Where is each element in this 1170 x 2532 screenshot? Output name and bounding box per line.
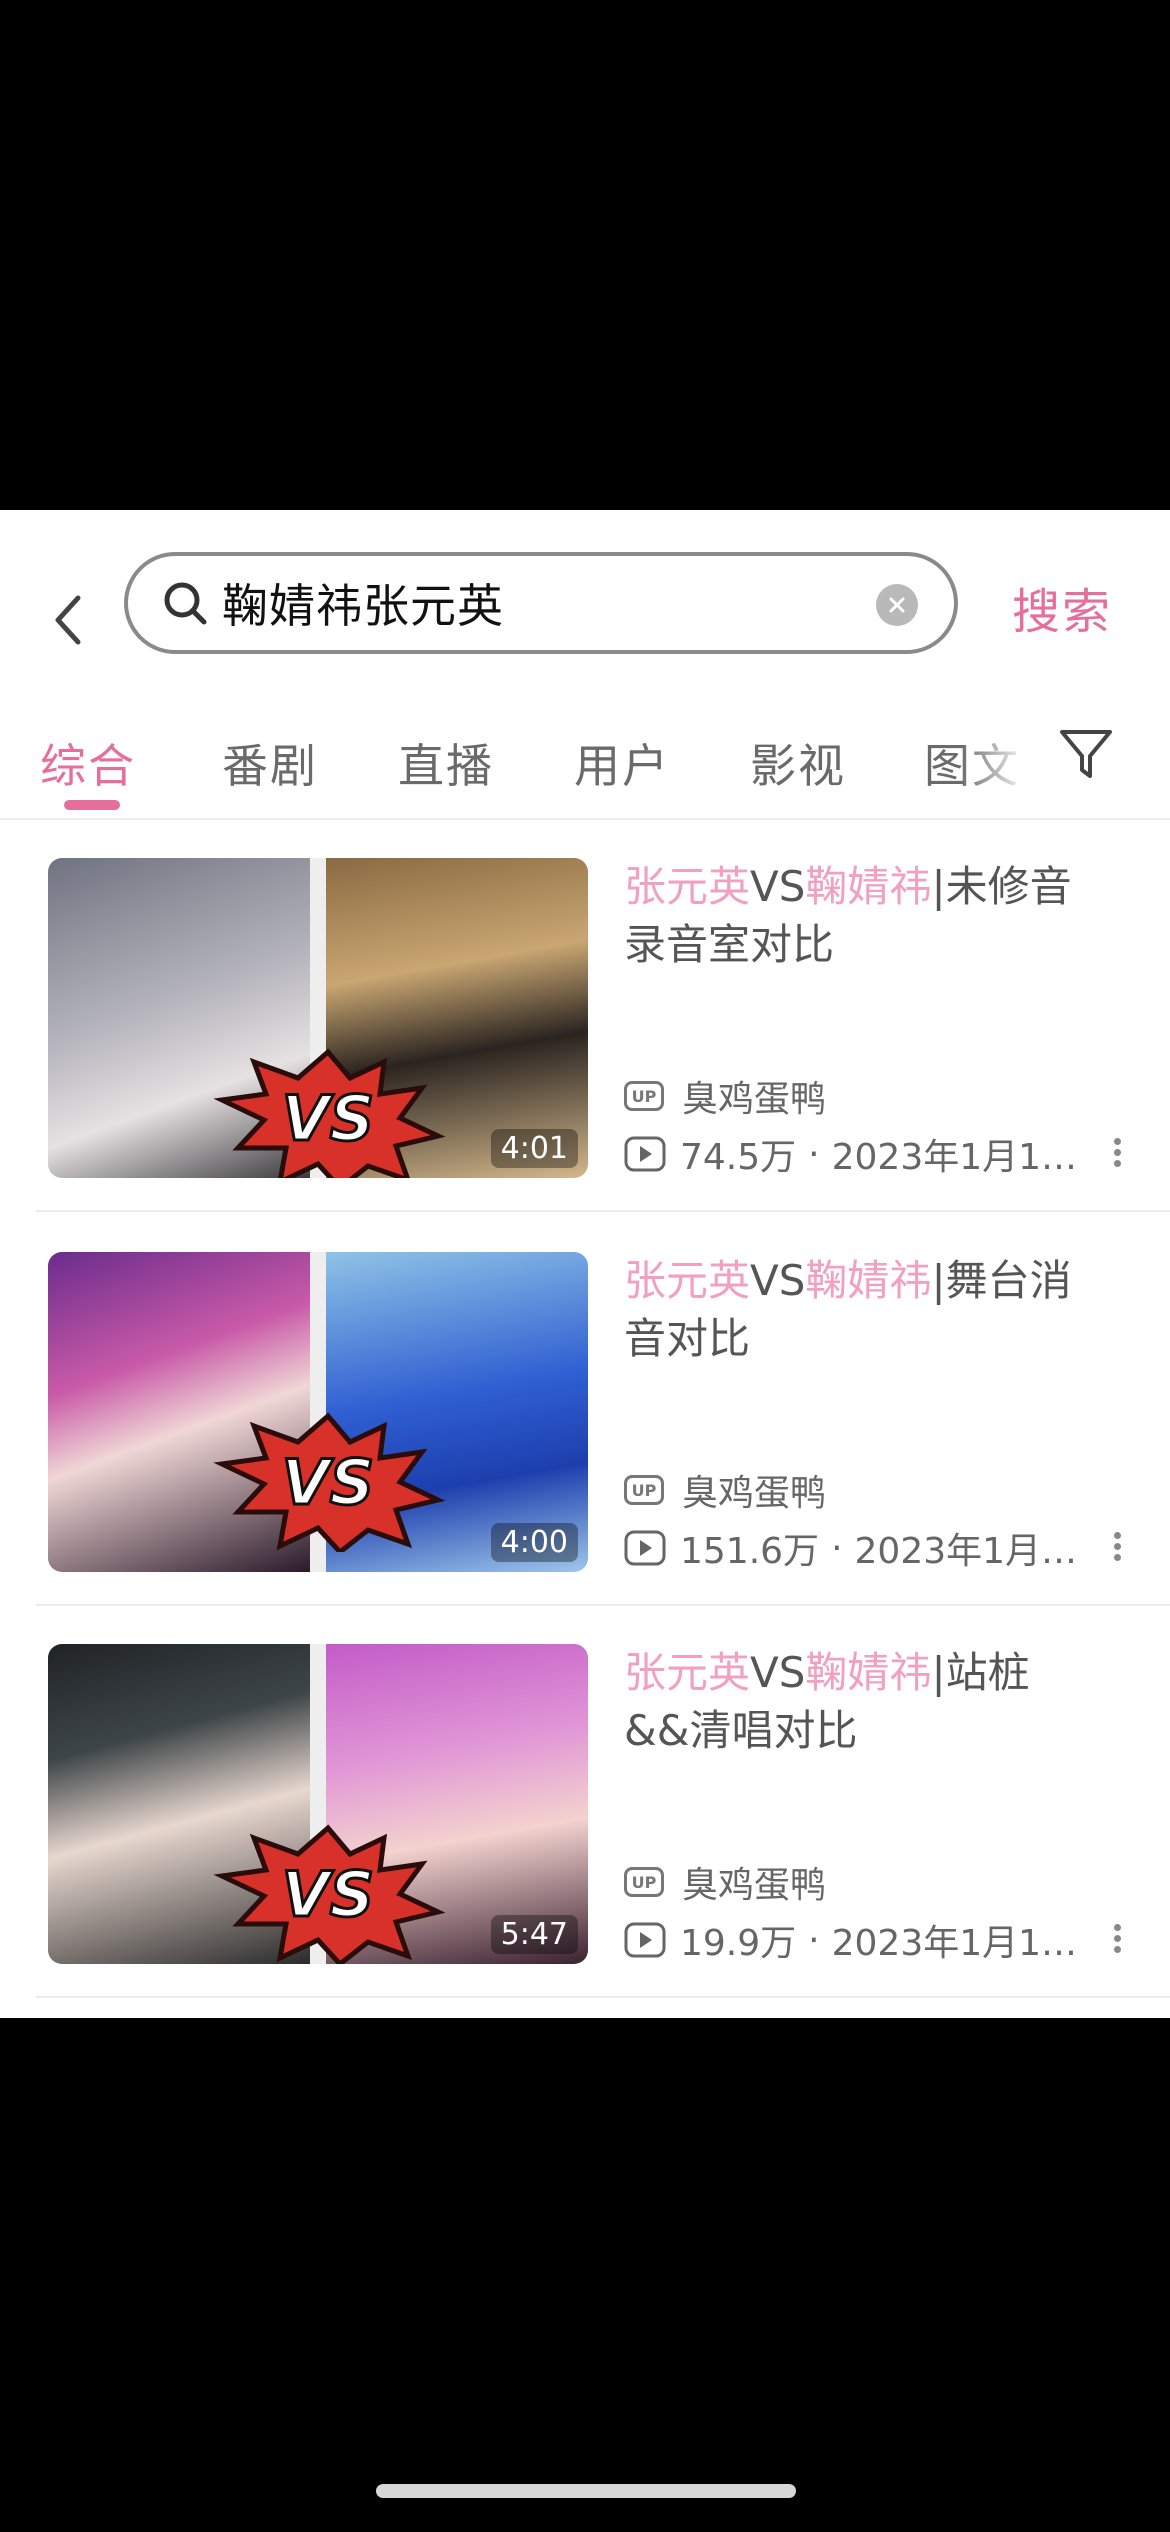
- video-thumbnail[interactable]: VS 5:47: [48, 1644, 588, 1964]
- play-count-icon: [624, 1136, 666, 1172]
- search-results-screen: 鞠婧祎张元英 搜索 综合 番剧 直播 用户 影视 图文 VS 4:01: [0, 510, 1170, 2018]
- uploader-name: 臭鸡蛋鸭: [682, 1079, 827, 1120]
- list-divider: [36, 1996, 1170, 1998]
- vs-burst-image: VS: [213, 1048, 446, 1178]
- video-result-item[interactable]: VS 5:47 张元英VS鞠婧祎|站桩 &&清唱对比 UP 臭鸡蛋鸭 19.9万…: [0, 1644, 1170, 2036]
- stats-row: 19.9万 · 2023年1月1…: [624, 1914, 1144, 1966]
- list-divider: [36, 1604, 1170, 1606]
- home-indicator[interactable]: [376, 2484, 796, 2498]
- search-input[interactable]: 鞠婧祎张元英: [124, 552, 958, 654]
- video-thumbnail[interactable]: VS 4:00: [48, 1252, 588, 1572]
- up-badge-icon: UP: [624, 1081, 664, 1111]
- video-thumbnail[interactable]: VS 4:01: [48, 858, 588, 1178]
- more-icon[interactable]: [1112, 1920, 1122, 1960]
- up-badge-icon: UP: [624, 1475, 664, 1505]
- video-result-item[interactable]: VS 4:01 张元英VS鞠婧祎|未修音 录音室对比 UP 臭鸡蛋鸭 74.5万…: [0, 858, 1170, 1250]
- uploader-name: 臭鸡蛋鸭: [682, 1865, 827, 1906]
- tabs-divider: [0, 818, 1170, 820]
- back-button[interactable]: [42, 580, 92, 660]
- vs-burst-image: VS: [213, 1412, 446, 1552]
- video-title[interactable]: 张元英VS鞠婧祎|未修音 录音室对比: [624, 858, 1124, 974]
- uploader-name: 臭鸡蛋鸭: [682, 1473, 827, 1514]
- video-result-item[interactable]: VS 4:00 张元英VS鞠婧祎|舞台消 音对比 UP 臭鸡蛋鸭 151.6万 …: [0, 1252, 1170, 1644]
- vs-text: VS: [282, 1858, 375, 1931]
- filter-icon[interactable]: [1058, 726, 1114, 782]
- tab-users[interactable]: 用户: [574, 730, 670, 796]
- video-title[interactable]: 张元英VS鞠婧祎|舞台消 音对比: [624, 1252, 1124, 1368]
- stats-row: 151.6万 · 2023年1月…: [624, 1522, 1144, 1574]
- stats-row: 74.5万 · 2023年1月1…: [624, 1128, 1144, 1180]
- vs-text: VS: [282, 1082, 375, 1155]
- tabs-fade: [960, 728, 1030, 798]
- publish-date: 2023年1月…: [854, 1531, 1078, 1572]
- search-icon: [164, 582, 207, 625]
- up-badge-icon: UP: [624, 1867, 664, 1897]
- publish-date: 2023年1月1…: [831, 1137, 1078, 1178]
- video-duration: 4:00: [490, 1523, 578, 1562]
- video-duration: 4:01: [490, 1129, 578, 1168]
- view-count: 74.5万: [680, 1137, 797, 1178]
- uploader-row[interactable]: UP 臭鸡蛋鸭: [624, 1464, 1144, 1516]
- more-icon[interactable]: [1112, 1528, 1122, 1568]
- tab-film[interactable]: 影视: [750, 730, 846, 796]
- tab-comprehensive[interactable]: 综合: [40, 730, 136, 796]
- meta-separator: ·: [808, 1919, 820, 1961]
- meta-separator: ·: [831, 1527, 843, 1569]
- video-duration: 5:47: [490, 1915, 578, 1954]
- clear-icon[interactable]: [876, 584, 918, 626]
- meta-separator: ·: [808, 1133, 820, 1175]
- view-count: 19.9万: [680, 1923, 797, 1964]
- video-title[interactable]: 张元英VS鞠婧祎|站桩 &&清唱对比: [624, 1644, 1124, 1760]
- uploader-row[interactable]: UP 臭鸡蛋鸭: [624, 1856, 1144, 1908]
- tab-live[interactable]: 直播: [398, 730, 494, 796]
- play-count-icon: [624, 1530, 666, 1566]
- search-button[interactable]: 搜索: [1012, 572, 1112, 642]
- more-icon[interactable]: [1112, 1134, 1122, 1174]
- vs-text: VS: [282, 1446, 375, 1519]
- tab-bangumi[interactable]: 番剧: [222, 730, 318, 796]
- back-arrow-icon: [55, 595, 81, 645]
- uploader-row[interactable]: UP 臭鸡蛋鸭: [624, 1070, 1144, 1122]
- vs-burst-image: VS: [213, 1824, 446, 1964]
- publish-date: 2023年1月1…: [831, 1923, 1078, 1964]
- search-query-text: 鞠婧祎张元英: [222, 579, 504, 633]
- list-divider: [36, 1210, 1170, 1212]
- active-tab-indicator: [64, 800, 120, 810]
- play-count-icon: [624, 1922, 666, 1958]
- view-count: 151.6万: [680, 1531, 820, 1572]
